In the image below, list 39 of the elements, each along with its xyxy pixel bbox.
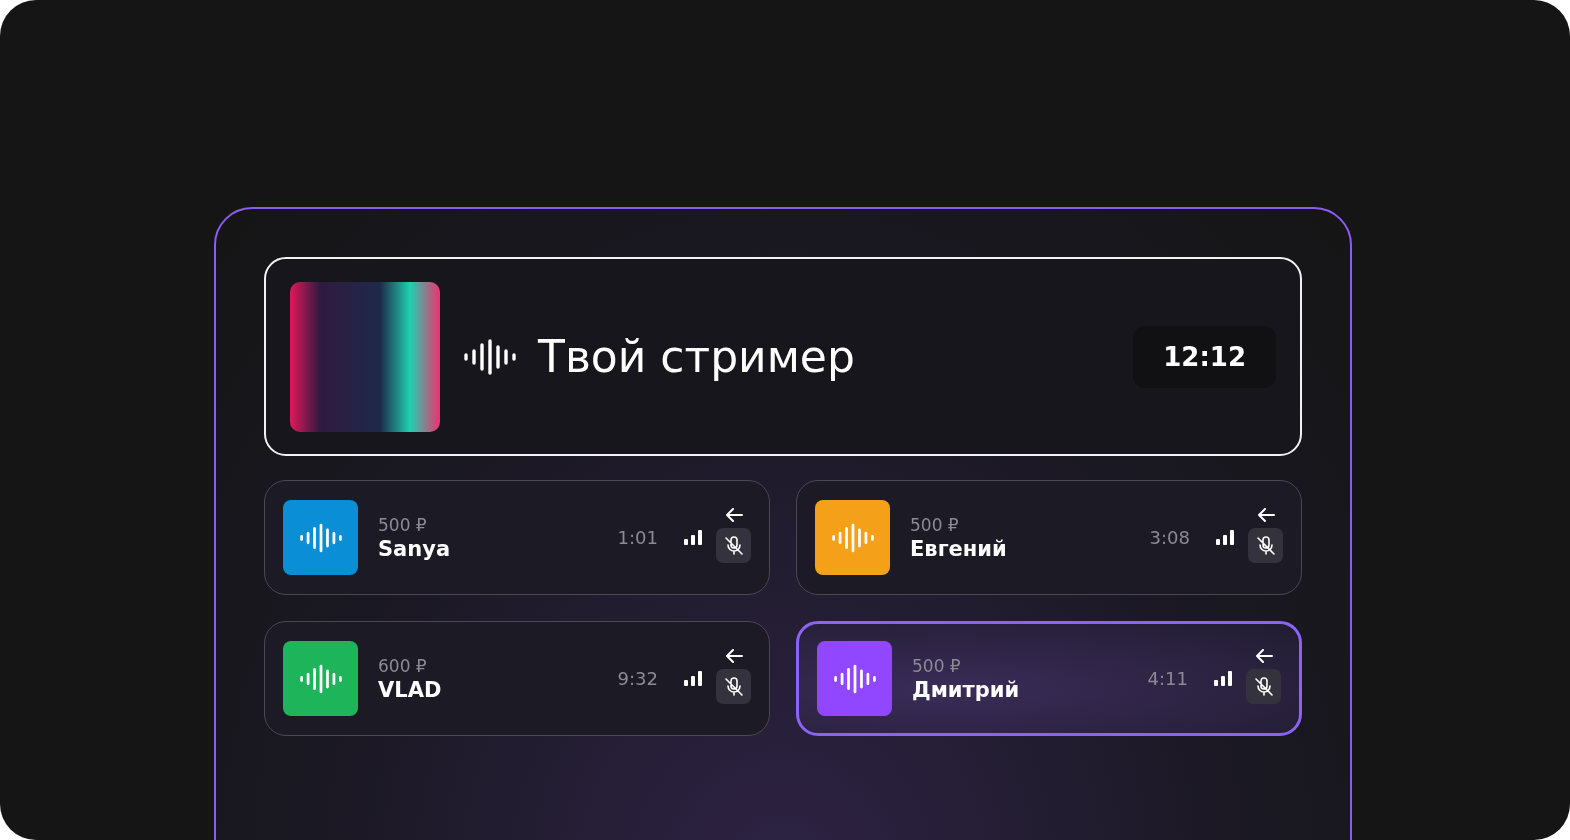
donation-time: 3:08: [1149, 527, 1190, 548]
signal-icon: [1216, 530, 1234, 545]
mute-button[interactable]: [1248, 528, 1283, 563]
back-arrow-icon[interactable]: [724, 649, 743, 663]
donation-amount: 500 ₽: [378, 514, 428, 535]
sound-wave-icon: [833, 663, 876, 694]
stream-time: 12:12: [1133, 325, 1276, 388]
donation-amount: 500 ₽: [912, 655, 962, 676]
donor-card[interactable]: 500 ₽ Евгений 3:08: [796, 480, 1302, 595]
donation-amount: 600 ₽: [378, 655, 428, 676]
donation-time: 9:32: [617, 668, 658, 689]
mute-button[interactable]: [1246, 669, 1281, 704]
sound-wave-icon: [299, 522, 342, 553]
signal-icon: [684, 671, 702, 686]
mute-button[interactable]: [716, 528, 751, 563]
donor-name: VLAD: [378, 677, 443, 702]
donor-card[interactable]: 600 ₽ VLAD 9:32: [264, 621, 770, 736]
donation-time: 4:11: [1147, 668, 1188, 689]
mic-off-icon: [723, 535, 744, 556]
back-arrow-icon[interactable]: [724, 508, 743, 522]
donor-card[interactable]: 500 ₽ Sanya 1:01: [264, 480, 770, 595]
sound-wave-icon: [464, 338, 516, 375]
donor-name: Sanya: [378, 536, 452, 561]
sound-wave-icon: [831, 522, 874, 553]
mute-button[interactable]: [716, 669, 751, 704]
streamer-title: Твой стример: [538, 331, 856, 382]
donor-name: Евгений: [910, 536, 1008, 561]
back-arrow-icon[interactable]: [1256, 508, 1275, 522]
mic-off-icon: [1253, 676, 1274, 697]
donation-amount: 500 ₽: [910, 514, 960, 535]
sound-wave-icon: [299, 663, 342, 694]
back-arrow-icon[interactable]: [1254, 649, 1273, 663]
donor-card[interactable]: 500 ₽ Дмитрий 4:11: [796, 621, 1302, 736]
donor-name: Дмитрий: [912, 677, 1021, 702]
signal-icon: [684, 530, 702, 545]
mic-off-icon: [723, 676, 744, 697]
signal-icon: [1214, 671, 1232, 686]
donation-time: 1:01: [617, 527, 658, 548]
mic-off-icon: [1255, 535, 1276, 556]
